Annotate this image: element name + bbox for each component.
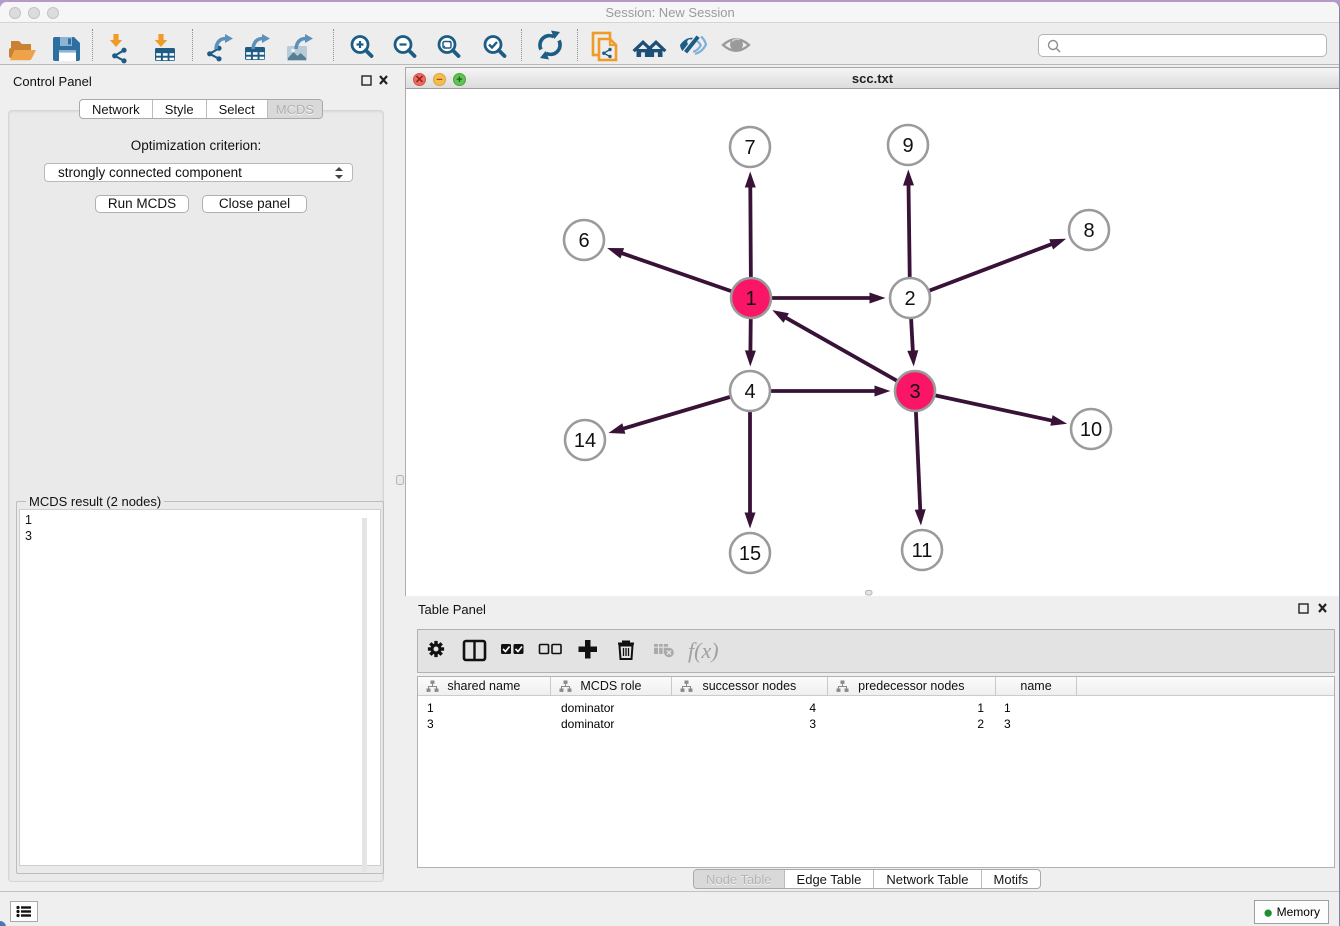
svg-text:f(x): f(x) xyxy=(688,638,719,663)
svg-text:1: 1 xyxy=(745,288,756,310)
svg-text:15: 15 xyxy=(739,543,761,565)
svg-text:7: 7 xyxy=(744,137,755,159)
svg-text:9: 9 xyxy=(902,135,913,157)
svg-text:8: 8 xyxy=(1083,220,1094,242)
svg-text:2: 2 xyxy=(904,288,915,310)
svg-text:11: 11 xyxy=(912,540,933,562)
svg-text:10: 10 xyxy=(1080,419,1102,441)
svg-text:14: 14 xyxy=(574,430,596,452)
svg-text:4: 4 xyxy=(744,381,755,403)
svg-text:6: 6 xyxy=(578,230,589,252)
svg-text:3: 3 xyxy=(909,381,920,403)
